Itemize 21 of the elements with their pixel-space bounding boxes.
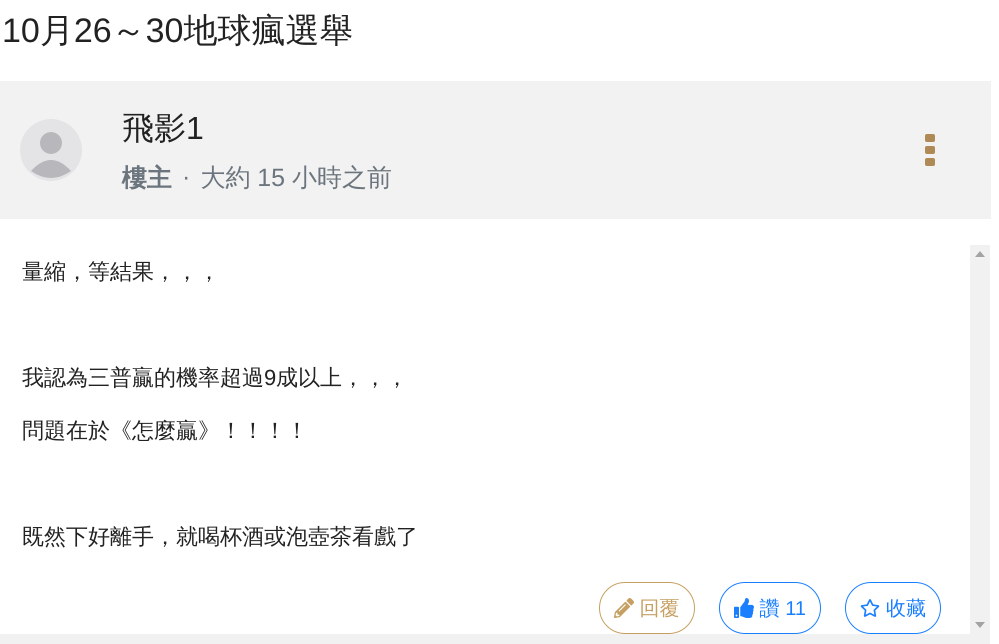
avatar-icon bbox=[20, 119, 82, 181]
post-text: 問題在於《怎麼贏》！！！！ bbox=[22, 417, 309, 445]
post-text: 我認為三普贏的機率超過9成以上，，， bbox=[22, 364, 410, 392]
pencil-icon bbox=[614, 598, 634, 618]
like-button[interactable]: 讚 11 bbox=[718, 582, 821, 634]
author-role: 樓主 bbox=[122, 162, 172, 194]
post-text: 量縮，等結果，，， bbox=[22, 258, 221, 286]
post-text: 既然下好離手，就喝杯酒或泡壺茶看戲了 bbox=[22, 523, 419, 551]
horizontal-scrollbar[interactable] bbox=[0, 634, 990, 644]
separator: · bbox=[182, 162, 190, 192]
vertical-scrollbar[interactable] bbox=[970, 245, 990, 634]
favorite-button[interactable]: 收藏 bbox=[845, 582, 941, 634]
author-name: 飛影1 bbox=[122, 108, 205, 148]
scroll-down-icon[interactable] bbox=[975, 622, 985, 628]
page-title: 10月26～30地球瘋選舉 bbox=[1, 11, 354, 52]
post-time: 大約 15 小時之前 bbox=[200, 162, 392, 194]
scroll-up-icon[interactable] bbox=[975, 251, 985, 257]
star-icon bbox=[860, 598, 880, 618]
reply-button[interactable]: 回覆 bbox=[598, 582, 695, 634]
thumbs-up-icon bbox=[734, 598, 754, 618]
more-menu-icon[interactable] bbox=[925, 134, 935, 166]
